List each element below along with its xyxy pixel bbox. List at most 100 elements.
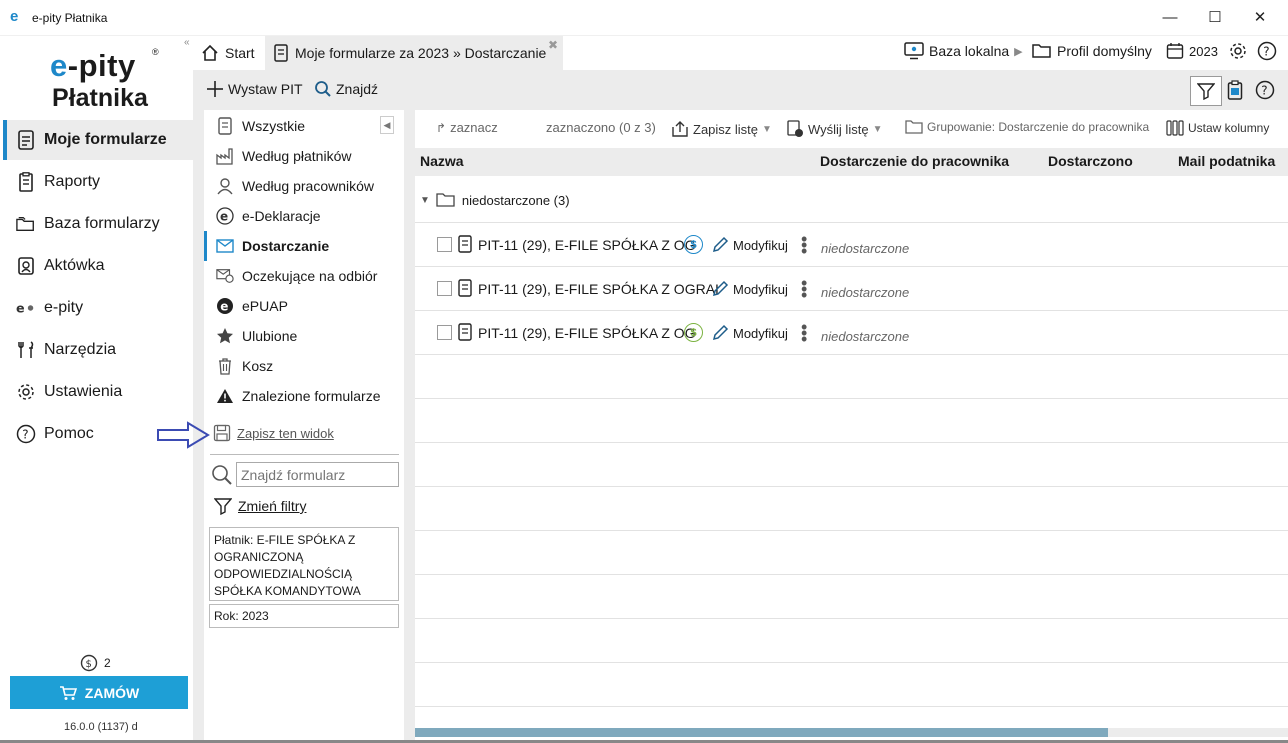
group-row[interactable]: ▼ niedostarczone (3)	[420, 192, 570, 208]
row-divider	[415, 398, 1288, 399]
document-icon	[458, 323, 472, 341]
modify-label: Modyfikuj	[733, 281, 788, 297]
send-list-button[interactable]: Wyślij listę ▼	[786, 120, 882, 138]
clipboard-icon[interactable]	[1227, 80, 1243, 100]
row-checkbox[interactable]	[437, 237, 452, 252]
column-header-delivered[interactable]: Dostarczono	[1048, 153, 1133, 169]
view-by-payers[interactable]: Według płatników	[204, 141, 404, 171]
change-filters-label: Zmień filtry	[238, 498, 307, 514]
year-selector[interactable]: 2023	[1166, 40, 1218, 62]
sidebar-item-label: Narzędzia	[44, 341, 117, 358]
folder-icon	[905, 120, 923, 134]
view-by-employees[interactable]: Według pracowników	[204, 171, 404, 201]
home-icon	[201, 44, 219, 62]
tools-icon	[16, 340, 36, 360]
sidebar-item-reports[interactable]: Raporty	[3, 162, 193, 202]
row-menu-icon[interactable]: • • •	[801, 230, 807, 260]
view-epuap[interactable]: e ePUAP	[204, 291, 404, 321]
issue-pit-button[interactable]: Wystaw PIT	[206, 80, 303, 98]
close-window-button[interactable]: ✕	[1238, 4, 1282, 32]
view-e-declarations[interactable]: e e-Deklaracje	[204, 201, 404, 231]
view-awaiting-pickup[interactable]: Oczekujące na odbiór	[204, 261, 404, 291]
select-label: zaznacz	[450, 120, 498, 135]
view-all[interactable]: Wszystkie	[204, 111, 404, 141]
delivery-status: niedostarczone	[821, 241, 910, 256]
change-filters-link[interactable]: Zmień filtry	[214, 497, 306, 515]
calendar-icon	[1166, 42, 1184, 60]
panel-separator	[404, 110, 415, 740]
row-divider	[415, 706, 1288, 707]
horizontal-scrollbar-thumb[interactable]	[415, 728, 1108, 737]
collapse-sidebar-button[interactable]: «	[184, 37, 190, 48]
expand-triangle-icon[interactable]: ▼	[420, 195, 430, 206]
row-divider	[415, 442, 1288, 443]
form-name[interactable]: PIT-11 (29), E-FILE SPÓŁKA Z OGRAI	[478, 281, 719, 297]
column-header-delivery[interactable]: Dostarczenie do pracownika	[820, 153, 1009, 169]
form-name[interactable]: PIT-11 (29), E-FILE SPÓŁKA Z OG	[478, 237, 696, 253]
pointer-arrow-icon	[156, 421, 210, 449]
tab-start[interactable]: Start	[193, 36, 263, 70]
help-icon[interactable]: ?	[1257, 41, 1277, 61]
maximize-button[interactable]: ☐	[1193, 4, 1237, 32]
pending-mail-icon	[216, 267, 234, 285]
column-header-name[interactable]: Nazwa	[420, 153, 464, 169]
column-header-taxpayer-mail[interactable]: Mail podatnika	[1178, 153, 1275, 169]
close-tab-icon[interactable]: ✖	[548, 38, 558, 52]
window-title: e-pity Płatnika	[32, 11, 108, 25]
find-button[interactable]: Znajdź	[314, 80, 378, 98]
svg-text:e: e	[16, 301, 25, 315]
modify-button[interactable]: Modyfikuj	[711, 324, 788, 342]
row-checkbox[interactable]	[437, 325, 452, 340]
select-button[interactable]: ↱ zaznacz	[436, 120, 498, 135]
sidebar-item-forms-base[interactable]: Baza formularzy	[3, 204, 193, 244]
profile-button[interactable]: Profil domyślny	[1032, 40, 1152, 62]
save-view-link[interactable]: Zapisz ten widok	[213, 424, 334, 442]
view-label: Ulubione	[242, 328, 298, 344]
set-columns-button[interactable]: Ustaw kolumny	[1166, 120, 1269, 136]
local-database-label: Baza lokalna	[929, 43, 1010, 59]
svg-text:?: ?	[1261, 84, 1267, 98]
order-button[interactable]: ZAMÓW	[10, 676, 188, 709]
save-list-button[interactable]: Zapisz listę ▼	[671, 120, 772, 138]
sidebar-item-briefcase[interactable]: Aktówka	[3, 246, 193, 286]
sidebar-item-epity[interactable]: e e-pity	[3, 288, 193, 328]
view-favorites[interactable]: Ulubione	[204, 321, 404, 351]
filter-toggle-button[interactable]	[1190, 76, 1222, 106]
local-database-button[interactable]: Baza lokalna ▶	[904, 40, 1023, 62]
minimize-button[interactable]: —	[1148, 4, 1192, 32]
row-menu-icon[interactable]: • • •	[801, 318, 807, 348]
search-forms-input[interactable]	[236, 462, 399, 487]
view-trash[interactable]: Kosz	[204, 351, 404, 381]
sidebar-item-my-forms[interactable]: Moje formularze	[3, 120, 193, 160]
view-label: Według pracowników	[242, 178, 375, 194]
sidebar-item-label: Baza formularzy	[44, 215, 160, 232]
sidebar-item-tools[interactable]: Narzędzia	[3, 330, 193, 370]
folder-icon	[436, 192, 456, 208]
tab-my-forms-delivery[interactable]: Moje formularze za 2023 » Dostarczanie	[265, 36, 563, 70]
row-menu-icon[interactable]: • • •	[801, 274, 807, 304]
row-divider	[415, 662, 1288, 663]
issue-pit-label: Wystaw PIT	[228, 81, 303, 97]
find-label: Znajdź	[336, 81, 379, 97]
sidebar-item-label: Raporty	[44, 173, 101, 190]
folder-icon	[1032, 43, 1052, 59]
upload-icon	[671, 120, 689, 138]
modify-button[interactable]: Modyfikuj	[711, 280, 788, 298]
monitor-icon	[904, 42, 924, 60]
toolbar-help-icon[interactable]: ?	[1255, 80, 1275, 100]
grouping-label: Grupowanie: Dostarczenie do pracownika	[927, 120, 1150, 134]
view-delivery[interactable]: Dostarczanie	[204, 231, 404, 261]
epity-icon: e	[16, 298, 36, 318]
form-name[interactable]: PIT-11 (29), E-FILE SPÓŁKA Z OG	[478, 325, 696, 341]
modify-button[interactable]: Modyfikuj	[711, 236, 788, 254]
gear-icon	[16, 382, 36, 402]
settings-gear-icon[interactable]	[1228, 41, 1248, 61]
view-found-forms[interactable]: Znalezione formularze	[204, 381, 404, 411]
send-list-label: Wyślij listę	[808, 121, 869, 137]
separator-arrow-icon: ▶	[1014, 45, 1023, 58]
grouping-button[interactable]: Grupowanie: Dostarczenie do pracownika	[905, 120, 1149, 134]
active-filter-year: Rok: 2023	[209, 604, 399, 628]
title-bar	[0, 0, 1288, 36]
row-checkbox[interactable]	[437, 281, 452, 296]
sidebar-item-settings[interactable]: Ustawienia	[3, 372, 193, 412]
